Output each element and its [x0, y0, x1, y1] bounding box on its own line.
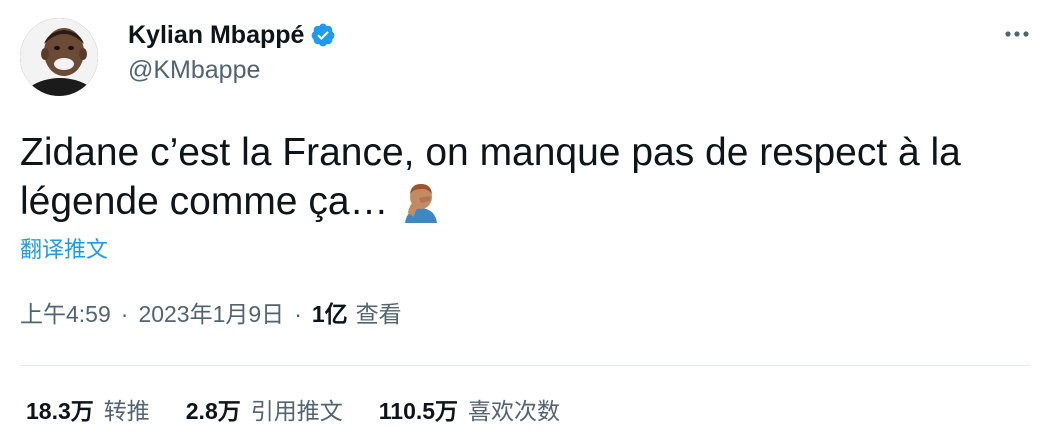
- divider: [20, 365, 1030, 366]
- author-handle[interactable]: @KMbappe: [128, 56, 260, 85]
- retweets-label: 转推: [103, 398, 150, 424]
- tweet-text: Zidane c’est la France, on manque pas de…: [20, 128, 1030, 226]
- author-display-name[interactable]: Kylian Mbappé: [128, 21, 304, 50]
- quote-tweets-label: 引用推文: [250, 398, 343, 424]
- views-count: 1亿: [311, 301, 348, 327]
- avatar[interactable]: [20, 18, 98, 96]
- likes-label: 喜欢次数: [468, 398, 561, 424]
- quote-tweets-stat[interactable]: 2.8万 引用推文: [186, 392, 343, 426]
- tweet-time[interactable]: 上午4:59: [20, 295, 111, 329]
- more-options-icon[interactable]: [1000, 22, 1034, 46]
- tweet-date[interactable]: 2023年1月9日: [138, 295, 284, 329]
- meta-separator: ·: [294, 301, 302, 327]
- meta-separator: ·: [120, 301, 129, 327]
- retweets-stat[interactable]: 18.3万 转推: [26, 392, 150, 426]
- tweet-meta: 上午4:59 · 2023年1月9日 · 1亿 查看: [20, 295, 402, 329]
- tweet-text-content: Zidane c’est la France, on manque pas de…: [20, 131, 961, 223]
- views-label: 查看: [355, 301, 402, 327]
- author-name-row[interactable]: Kylian Mbappé: [128, 18, 336, 52]
- tweet-card: Kylian Mbappé @KMbappe Zidane c’est la F…: [0, 0, 1050, 446]
- likes-stat[interactable]: 110.5万 喜欢次数: [379, 392, 560, 426]
- man-facepalming-icon: [399, 179, 443, 223]
- retweets-count: 18.3万: [26, 398, 94, 424]
- likes-count: 110.5万: [378, 398, 459, 424]
- verified-badge-icon: [310, 22, 336, 48]
- engagement-stats: 18.3万 转推 2.8万 引用推文 110.5万 喜欢次数: [26, 392, 596, 426]
- translate-tweet-link[interactable]: 翻译推文: [20, 232, 108, 264]
- quote-tweets-count: 2.8万: [185, 398, 241, 424]
